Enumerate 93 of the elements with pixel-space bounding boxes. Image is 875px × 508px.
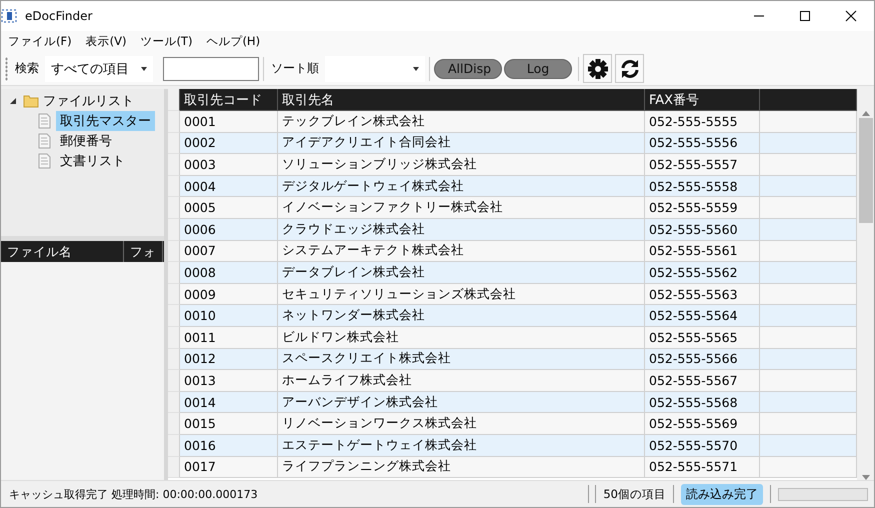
toggle-button[interactable]: AllDisp [434, 58, 502, 78]
status-message: キャッシュ取得完了 処理時間: 00:00:00.000173 [8, 486, 259, 502]
table-cell: 0005 [180, 197, 278, 219]
table-cell: 0013 [180, 370, 278, 392]
scroll-up-icon[interactable] [862, 111, 870, 116]
table-cell: エステートゲートウェイ株式会社 [278, 434, 645, 456]
close-icon[interactable] [845, 10, 857, 22]
dropdown-arrow-icon [141, 66, 147, 70]
document-icon [37, 153, 51, 169]
collapse-arrow-icon[interactable] [9, 97, 17, 105]
table-cell: 052-555-5560 [645, 218, 760, 241]
table-cell: 052-555-5556 [645, 132, 760, 154]
search-field[interactable] [163, 56, 259, 80]
settings-button[interactable] [583, 54, 612, 83]
table-cell: リノベーションワークス株式会社 [278, 413, 645, 435]
document-icon [37, 113, 51, 129]
column-header[interactable] [760, 89, 857, 111]
table-cell: 052-555-5571 [645, 456, 760, 478]
table-cell: データブレイン株式会社 [278, 262, 645, 284]
table-cell: 052-555-5562 [645, 262, 760, 284]
row-header[interactable] [168, 89, 180, 111]
table-cell: 0011 [180, 326, 278, 349]
table-cell: イノベーションファクトリー株式会社 [278, 197, 645, 219]
tree-item[interactable]: ファイルリスト [39, 91, 138, 111]
table-cell: 0009 [180, 284, 278, 306]
column-header[interactable]: ファイル名 [1, 241, 124, 262]
sort-label: ソート順 [271, 60, 319, 77]
table-cell: 052-555-5558 [645, 176, 760, 198]
table-cell: 0003 [180, 154, 278, 176]
item-count: 50個の項目 [602, 486, 667, 502]
maximize-icon[interactable] [799, 10, 811, 22]
table-cell: セキュリティソリューションズ株式会社 [278, 284, 645, 306]
table-cell: 0012 [180, 348, 278, 370]
table-cell: デジタルゲートウェイ株式会社 [278, 176, 645, 198]
table-cell: ソリューションブリッジ株式会社 [278, 154, 645, 176]
dropdown-arrow-icon [413, 66, 419, 70]
table-cell: 0016 [180, 434, 278, 456]
table-cell: 0002 [180, 132, 278, 154]
column-header[interactable]: 取引先名 [278, 89, 645, 111]
table-cell: 052-555-5563 [645, 284, 760, 306]
table-cell: テックブレイン株式会社 [278, 111, 645, 133]
table-cell: 052-555-5565 [645, 326, 760, 349]
menu-item[interactable]: ファイル(F) [1, 34, 79, 49]
refresh-button[interactable] [615, 54, 644, 83]
table-cell: 052-555-5555 [645, 111, 760, 133]
table-cell: ライフプランニング株式会社 [278, 456, 645, 478]
tree-item[interactable]: 取引先マスター [56, 111, 155, 131]
scrollbar-thumb[interactable] [858, 118, 872, 223]
table-cell: 052-555-5568 [645, 392, 760, 414]
menu-item[interactable]: ヘルプ(H) [199, 34, 268, 49]
table-cell: 0007 [180, 240, 278, 262]
search-label: 検索 [15, 60, 39, 77]
table-cell: ネットワンダー株式会社 [278, 305, 645, 327]
table-cell: スペースクリエイト株式会社 [278, 348, 645, 370]
column-header[interactable]: FAX番号 [645, 89, 760, 111]
sort-order-dropdown[interactable] [325, 56, 425, 82]
search-scope-dropdown[interactable]: すべての項目 [45, 56, 153, 82]
window-title: eDocFinder [25, 9, 92, 23]
folder-icon [23, 94, 39, 108]
table-cell: 0008 [180, 262, 278, 284]
table-cell: 052-555-5561 [645, 240, 760, 262]
table-cell: アイデアクリエイト合同会社 [278, 132, 645, 154]
table-cell: 0001 [180, 111, 278, 133]
table-cell: 0015 [180, 413, 278, 435]
table-cell: 052-555-5570 [645, 434, 760, 456]
table-cell: 0010 [180, 305, 278, 327]
app-logo-icon [1, 8, 17, 24]
document-icon [37, 133, 51, 149]
table-cell: クラウドエッジ株式会社 [278, 218, 645, 241]
table-cell: 052-555-5569 [645, 413, 760, 435]
toggle-button[interactable]: Log [504, 58, 572, 78]
table-cell: 052-555-5559 [645, 197, 760, 219]
table-cell: ホームライフ株式会社 [278, 370, 645, 392]
menu-item[interactable]: 表示(V) [78, 34, 134, 49]
tree-item[interactable]: 郵便番号 [56, 131, 116, 151]
menu-item[interactable]: ツール(T) [133, 34, 200, 49]
table-cell: システムアーキテクト株式会社 [278, 240, 645, 262]
table-cell: 0006 [180, 218, 278, 241]
table-cell: 052-555-5567 [645, 370, 760, 392]
tree-item[interactable]: 文書リスト [56, 151, 129, 171]
table-cell: ビルドワン株式会社 [278, 326, 645, 349]
status-badge: 読み込み完了 [681, 484, 763, 504]
table-cell: 052-555-5566 [645, 348, 760, 370]
table-cell: 052-555-5557 [645, 154, 760, 176]
column-header[interactable]: フォ [124, 241, 163, 262]
column-header[interactable]: 取引先コード [180, 89, 278, 111]
table-cell: アーバンデザイン株式会社 [278, 392, 645, 414]
table-cell: 0014 [180, 392, 278, 414]
table-cell: 0017 [180, 456, 278, 478]
refresh-icon [618, 58, 640, 80]
settings-icon [586, 58, 608, 80]
table-cell: 052-555-5564 [645, 305, 760, 327]
table-cell: 0004 [180, 176, 278, 198]
